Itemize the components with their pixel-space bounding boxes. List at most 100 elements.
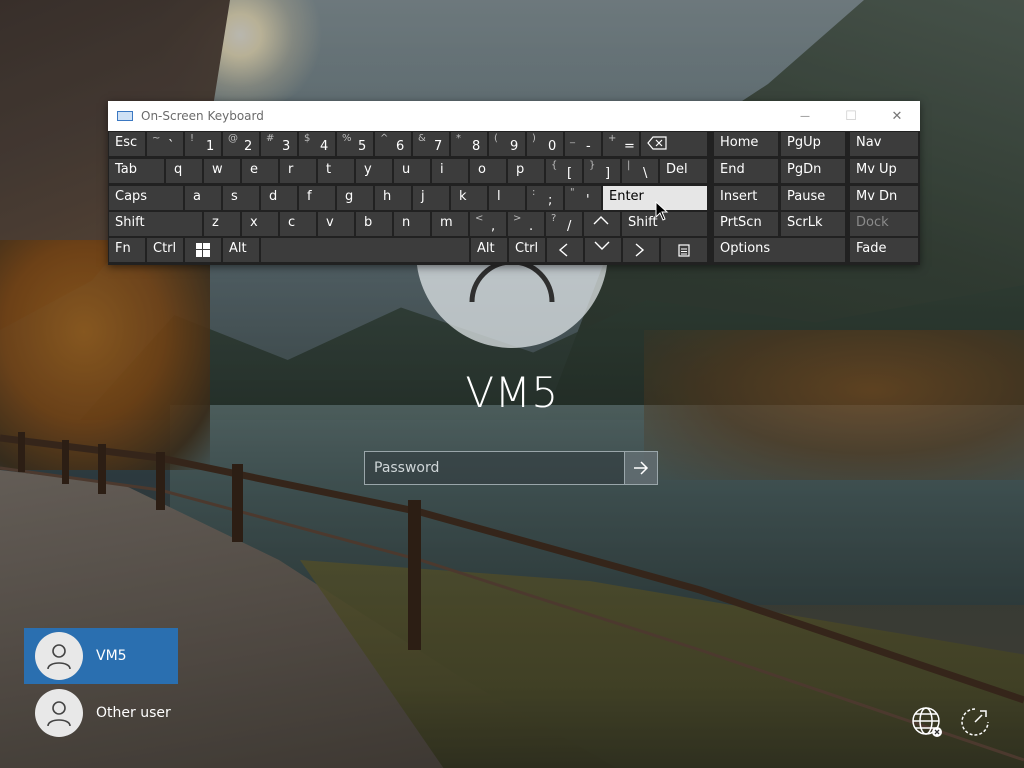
key-nav[interactable]: Nav bbox=[850, 132, 918, 156]
key-shift-left[interactable]: Shift bbox=[109, 212, 202, 236]
key-c[interactable]: c bbox=[280, 212, 316, 236]
key-ctrl-left[interactable]: Ctrl bbox=[147, 238, 183, 262]
key-a[interactable]: a bbox=[185, 186, 221, 210]
key-fade[interactable]: Fade bbox=[850, 238, 918, 262]
minimize-icon: — bbox=[800, 110, 810, 122]
key-arrow-left[interactable] bbox=[547, 238, 583, 262]
key-end[interactable]: End bbox=[714, 159, 778, 183]
key-j[interactable]: j bbox=[413, 186, 449, 210]
context-menu-icon bbox=[678, 244, 690, 257]
maximize-button[interactable]: ☐ bbox=[828, 101, 874, 131]
key-slash[interactable]: ? / bbox=[546, 212, 582, 236]
submit-password-button[interactable] bbox=[624, 452, 657, 484]
maximize-icon: ☐ bbox=[845, 108, 857, 124]
key-quote[interactable]: " ' bbox=[565, 186, 601, 210]
user-silhouette-icon bbox=[47, 644, 71, 670]
key-x[interactable]: x bbox=[242, 212, 278, 236]
key-equals[interactable]: + = bbox=[603, 132, 639, 156]
minimize-button[interactable]: — bbox=[782, 101, 828, 131]
key-b[interactable]: b bbox=[356, 212, 392, 236]
key-minus[interactable]: _ - bbox=[565, 132, 601, 156]
key-caps[interactable]: Caps bbox=[109, 186, 183, 210]
password-input[interactable] bbox=[365, 452, 624, 484]
key-v[interactable]: v bbox=[318, 212, 354, 236]
key-5[interactable]: % 5 bbox=[337, 132, 373, 156]
key-e[interactable]: e bbox=[242, 159, 278, 183]
chevron-up-icon bbox=[593, 216, 609, 225]
key-alt-left[interactable]: Alt bbox=[223, 238, 259, 262]
key-p[interactable]: p bbox=[508, 159, 544, 183]
key-ctrl-right[interactable]: Ctrl bbox=[509, 238, 545, 262]
close-icon: ✕ bbox=[891, 108, 903, 124]
key-t[interactable]: t bbox=[318, 159, 354, 183]
key-g[interactable]: g bbox=[337, 186, 373, 210]
user-silhouette-icon bbox=[47, 701, 71, 727]
key-7[interactable]: & 7 bbox=[413, 132, 449, 156]
arrow-right-icon bbox=[634, 461, 649, 475]
key-m[interactable]: m bbox=[432, 212, 468, 236]
key-arrow-right[interactable] bbox=[623, 238, 659, 262]
key-space[interactable] bbox=[261, 238, 469, 262]
key-4[interactable]: $4 bbox=[299, 132, 335, 156]
key-arrow-down[interactable] bbox=[585, 238, 621, 262]
key-del[interactable]: Del bbox=[660, 159, 707, 183]
close-button[interactable]: ✕ bbox=[874, 101, 920, 131]
key-q[interactable]: q bbox=[166, 159, 202, 183]
user-tile-other-user[interactable]: Other user bbox=[24, 685, 274, 741]
key-tab[interactable]: Tab bbox=[109, 159, 164, 183]
key-o[interactable]: o bbox=[470, 159, 506, 183]
key-d[interactable]: d bbox=[261, 186, 297, 210]
key-home[interactable]: Home bbox=[714, 132, 778, 156]
key-right-bracket[interactable]: }] bbox=[584, 159, 620, 183]
key-tilde[interactable]: ~ ` bbox=[147, 132, 183, 156]
key-mv-dn[interactable]: Mv Dn bbox=[850, 186, 918, 210]
user-tile-label: Other user bbox=[96, 705, 171, 721]
key-y[interactable]: y bbox=[356, 159, 392, 183]
key-u[interactable]: u bbox=[394, 159, 430, 183]
key-pause[interactable]: Pause bbox=[781, 186, 845, 210]
key-fn[interactable]: Fn bbox=[109, 238, 145, 262]
key-pgdn[interactable]: PgDn bbox=[781, 159, 845, 183]
key-s[interactable]: s bbox=[223, 186, 259, 210]
user-tile-vm5[interactable]: VM5 bbox=[24, 628, 178, 684]
key-f[interactable]: f bbox=[299, 186, 335, 210]
key-k[interactable]: k bbox=[451, 186, 487, 210]
user-avatar bbox=[35, 632, 83, 680]
key-period[interactable]: >. bbox=[508, 212, 544, 236]
key-2[interactable]: @2 bbox=[223, 132, 259, 156]
key-0[interactable]: ) 0 bbox=[527, 132, 563, 156]
ease-of-access-icon[interactable] bbox=[958, 705, 992, 739]
key-6[interactable]: ^ 6 bbox=[375, 132, 411, 156]
key-options[interactable]: Options bbox=[714, 238, 845, 262]
key-comma[interactable]: <, bbox=[470, 212, 506, 236]
key-semicolon[interactable]: :; bbox=[527, 186, 563, 210]
key-8[interactable]: * 8 bbox=[451, 132, 487, 156]
key-n[interactable]: n bbox=[394, 212, 430, 236]
lock-screen-username: VM5 bbox=[465, 368, 559, 417]
key-9[interactable]: (9 bbox=[489, 132, 525, 156]
key-pgup[interactable]: PgUp bbox=[781, 132, 845, 156]
osk-title-bar[interactable]: On-Screen Keyboard — ☐ ✕ bbox=[108, 101, 920, 131]
network-icon[interactable] bbox=[910, 705, 944, 739]
key-backspace[interactable] bbox=[641, 132, 707, 156]
key-w[interactable]: w bbox=[204, 159, 240, 183]
key-r[interactable]: r bbox=[280, 159, 316, 183]
key-scrlk[interactable]: ScrLk bbox=[781, 212, 845, 236]
key-mv-up[interactable]: Mv Up bbox=[850, 159, 918, 183]
key-menu[interactable] bbox=[661, 238, 707, 262]
key-z[interactable]: z bbox=[204, 212, 240, 236]
key-arrow-up[interactable] bbox=[584, 212, 620, 236]
key-prtscn[interactable]: PrtScn bbox=[714, 212, 778, 236]
key-alt-right[interactable]: Alt bbox=[471, 238, 507, 262]
key-esc[interactable]: Esc bbox=[109, 132, 145, 156]
key-3[interactable]: #3 bbox=[261, 132, 297, 156]
key-1[interactable]: ! 1 bbox=[185, 132, 221, 156]
key-windows[interactable] bbox=[185, 238, 221, 262]
key-backslash[interactable]: | \ bbox=[622, 159, 658, 183]
key-left-bracket[interactable]: {[ bbox=[546, 159, 582, 183]
key-i[interactable]: i bbox=[432, 159, 468, 183]
backspace-icon bbox=[647, 136, 667, 150]
key-l[interactable]: l bbox=[489, 186, 525, 210]
key-insert[interactable]: Insert bbox=[714, 186, 778, 210]
key-h[interactable]: h bbox=[375, 186, 411, 210]
